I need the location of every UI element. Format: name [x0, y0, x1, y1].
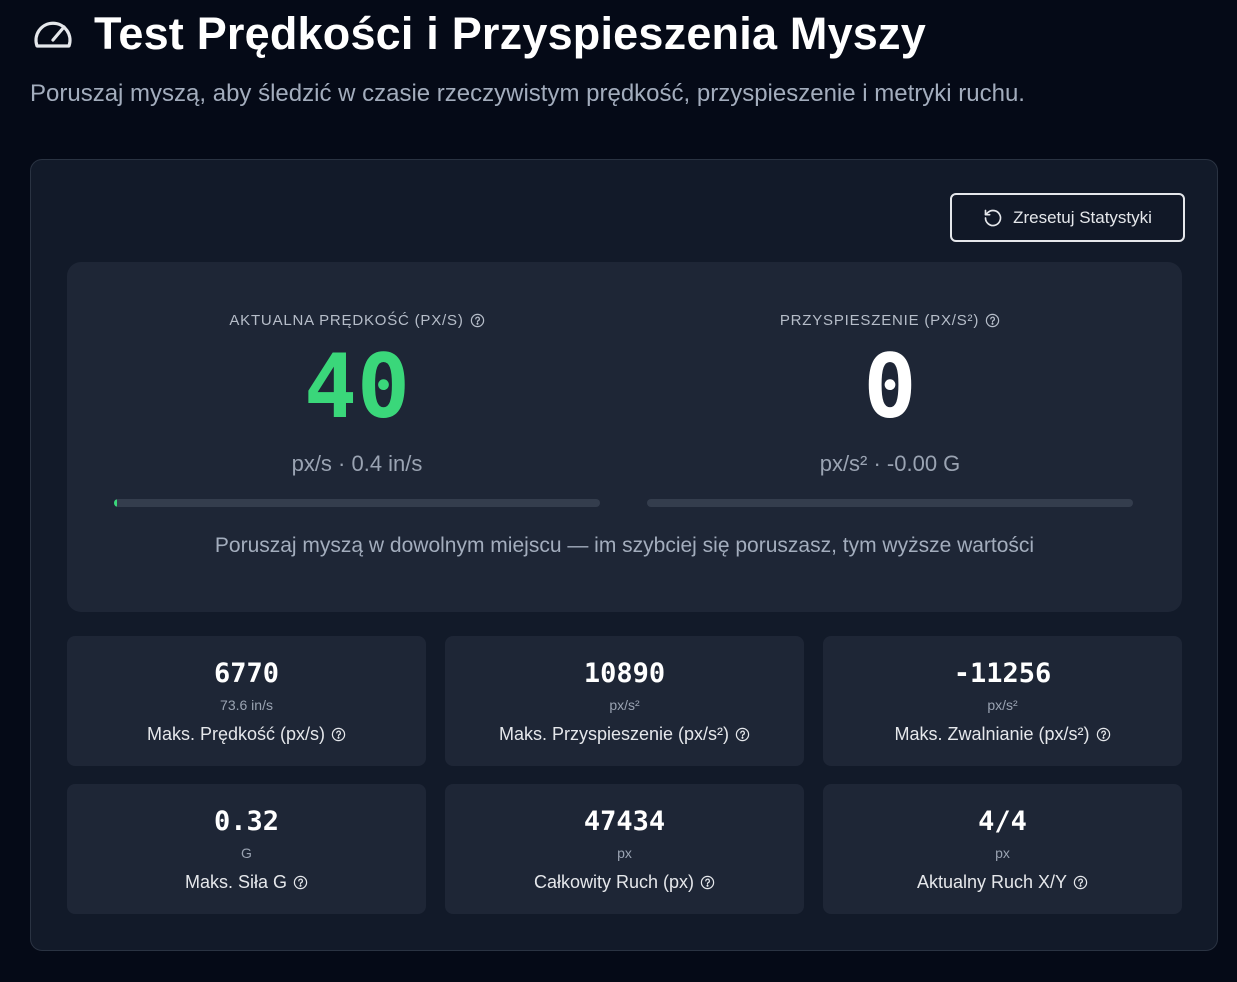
test-panel: Zresetuj Statystyki AKTUALNA PRĘDKOŚĆ (P…	[30, 159, 1218, 951]
stat-current-movement-xy: 4/4 px Aktualny Ruch X/Y	[823, 784, 1182, 914]
help-icon[interactable]	[700, 875, 715, 890]
acceleration-value: 0	[863, 335, 917, 438]
stat-label: Maks. Zwalnianie (px/s²)	[894, 724, 1090, 744]
page-subtitle: Poruszaj myszą, aby śledzić w czasie rze…	[30, 80, 1025, 107]
stat-label: Maks. Siła G	[184, 872, 288, 892]
acceleration-metric: PRZYSPIESZENIE (PX/S²) 0 px/s² · -0.00 G	[647, 262, 1133, 507]
stat-label-row: Całkowity Ruch (px)	[445, 872, 804, 893]
stat-label: Całkowity Ruch (px)	[533, 872, 695, 892]
acceleration-progress-bar	[647, 499, 1133, 507]
current-speed-metric: AKTUALNA PRĘDKOŚĆ (PX/S) 40 px/s · 0.4 i…	[114, 262, 600, 507]
help-icon[interactable]	[470, 313, 485, 328]
speed-progress-fill	[114, 499, 117, 507]
stat-label-row: Maks. Przyspieszenie (px/s²)	[445, 724, 804, 745]
stat-unit: px	[617, 845, 632, 861]
stat-label-row: Maks. Prędkość (px/s)	[67, 724, 426, 745]
stat-total-movement: 47434 px Całkowity Ruch (px)	[445, 784, 804, 914]
reset-stats-label: Zresetuj Statystyki	[1013, 207, 1152, 227]
stat-label-row: Maks. Siła G	[67, 872, 426, 893]
stat-value: 10890	[583, 658, 666, 689]
acceleration-label: PRZYSPIESZENIE (PX/S²)	[779, 312, 980, 329]
stat-label-row: Aktualny Ruch X/Y	[823, 872, 1182, 893]
current-speed-label: AKTUALNA PRĘDKOŚĆ (PX/S)	[229, 312, 464, 329]
speedometer-icon	[30, 11, 76, 57]
stat-value: 4/4	[978, 806, 1027, 837]
help-icon[interactable]	[735, 727, 750, 742]
stats-grid: 6770 73.6 in/s Maks. Prędkość (px/s) 108…	[67, 636, 1182, 914]
stat-label: Aktualny Ruch X/Y	[916, 872, 1068, 892]
help-icon[interactable]	[1073, 875, 1088, 890]
stat-value: -11256	[953, 658, 1052, 689]
stat-unit: px/s²	[987, 697, 1018, 713]
stat-value: 6770	[213, 658, 280, 689]
stat-unit: 73.6 in/s	[220, 697, 273, 713]
help-icon[interactable]	[1096, 727, 1111, 742]
speed-progress-bar	[114, 499, 600, 507]
title-row: Test Prędkości i Przyspieszenia Myszy	[30, 8, 1025, 60]
stat-max-g-force: 0.32 G Maks. Siła G	[67, 784, 426, 914]
current-speed-units: px/s · 0.4 in/s	[291, 451, 423, 476]
help-icon[interactable]	[293, 875, 308, 890]
page-header: Test Prędkości i Przyspieszenia Myszy Po…	[30, 8, 1025, 108]
movement-hint: Poruszaj myszą w dowolnym miejscu — im s…	[214, 534, 1035, 557]
stat-max-acceleration: 10890 px/s² Maks. Przyspieszenie (px/s²)	[445, 636, 804, 766]
stat-unit: G	[241, 845, 252, 861]
rotate-ccw-icon	[983, 208, 1003, 228]
stat-unit: px/s²	[609, 697, 640, 713]
stat-unit: px	[995, 845, 1010, 861]
page-title: Test Prędkości i Przyspieszenia Myszy	[94, 8, 926, 59]
reset-stats-button[interactable]: Zresetuj Statystyki	[950, 193, 1185, 242]
acceleration-units: px/s² · -0.00 G	[819, 451, 961, 476]
stat-max-speed: 6770 73.6 in/s Maks. Prędkość (px/s)	[67, 636, 426, 766]
live-metrics-card: AKTUALNA PRĘDKOŚĆ (PX/S) 40 px/s · 0.4 i…	[67, 262, 1182, 612]
stat-max-deceleration: -11256 px/s² Maks. Zwalnianie (px/s²)	[823, 636, 1182, 766]
stat-value: 0.32	[213, 806, 280, 837]
current-speed-label-row: AKTUALNA PRĘDKOŚĆ (PX/S)	[114, 312, 600, 329]
current-speed-value: 40	[304, 335, 410, 438]
help-icon[interactable]	[985, 313, 1000, 328]
stat-label-row: Maks. Zwalnianie (px/s²)	[823, 724, 1182, 745]
stat-value: 47434	[583, 806, 666, 837]
stat-label: Maks. Prędkość (px/s)	[146, 724, 326, 744]
stat-label: Maks. Przyspieszenie (px/s²)	[498, 724, 730, 744]
help-icon[interactable]	[331, 727, 346, 742]
acceleration-label-row: PRZYSPIESZENIE (PX/S²)	[647, 312, 1133, 329]
